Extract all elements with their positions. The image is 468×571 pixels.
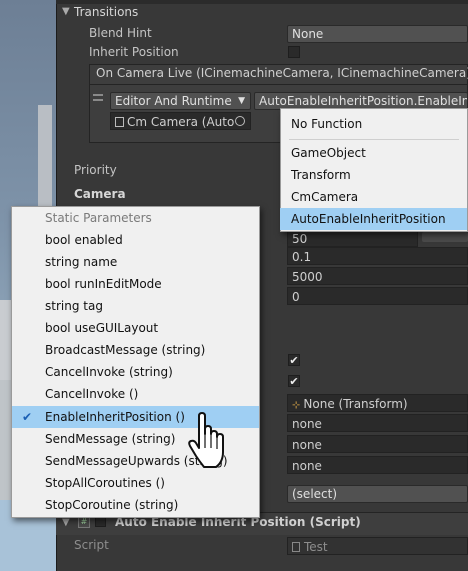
select-value: (select) bbox=[292, 487, 338, 501]
script-file-icon bbox=[292, 542, 300, 552]
script-field: Test bbox=[287, 537, 468, 555]
script-value: Test bbox=[304, 540, 328, 554]
menu-item-use-gui-layout[interactable]: bool useGUILayout bbox=[12, 317, 259, 339]
object-value-b: none bbox=[292, 438, 322, 452]
function-menu: No Function GameObject Transform CmCamer… bbox=[280, 108, 468, 232]
inherit-position-label: Inherit Position bbox=[89, 45, 179, 59]
value-field-3[interactable]: 5000 bbox=[287, 267, 468, 285]
object-field-c[interactable]: none bbox=[287, 456, 468, 474]
menu-item-gameobject[interactable]: GameObject bbox=[281, 142, 467, 164]
checkmark-icon: ✔ bbox=[22, 410, 33, 424]
component-foldout-icon[interactable]: ▼ bbox=[62, 517, 70, 528]
menu-item-transform[interactable]: Transform bbox=[281, 164, 467, 186]
runtime-dropdown[interactable]: Editor And Runtime ▼ bbox=[110, 92, 251, 110]
menu-item-run-in-edit-mode[interactable]: bool runInEditMode bbox=[12, 273, 259, 295]
runtime-value: Editor And Runtime bbox=[115, 94, 232, 108]
blend-hint-value: None bbox=[292, 27, 324, 41]
inspector-top-edge bbox=[56, 0, 468, 4]
value-field-2[interactable]: 0.1 bbox=[287, 247, 468, 265]
value-1: 50 bbox=[292, 232, 308, 246]
menu-item-cmcamera[interactable]: CmCamera bbox=[281, 186, 467, 208]
priority-label: Priority bbox=[74, 163, 117, 177]
menu-item-broadcast-message[interactable]: BroadcastMessage (string) bbox=[12, 339, 259, 361]
menu-item-string-tag[interactable]: string tag bbox=[12, 295, 259, 317]
event-header: On Camera Live (ICinemachineCamera, ICin… bbox=[96, 66, 468, 80]
object-value-c: none bbox=[292, 459, 322, 473]
transform-icon: ⊹ bbox=[292, 400, 301, 411]
menu-item-stop-coroutine[interactable]: StopCoroutine (string) bbox=[12, 494, 259, 516]
transform-value: None (Transform) bbox=[303, 397, 408, 411]
script-label: Script bbox=[74, 538, 109, 552]
toggle-checkbox-2[interactable]: ✔ bbox=[288, 375, 300, 387]
static-params-header: Static Parameters bbox=[45, 211, 152, 225]
menu-item-bool-enabled[interactable]: bool enabled bbox=[12, 229, 259, 251]
slider-track[interactable] bbox=[422, 232, 468, 242]
enable-inherit-position-label: EnableInheritPosition () bbox=[45, 410, 185, 424]
object-value-a: none bbox=[292, 417, 322, 431]
target-object-field[interactable]: Cm Camera (Auto bbox=[110, 112, 251, 130]
function-value: AutoEnableInheritPosition.EnableInhe bbox=[259, 94, 468, 108]
menu-item-no-function[interactable]: No Function bbox=[281, 113, 467, 135]
value-field-4[interactable]: 0 bbox=[287, 287, 468, 305]
value-3: 5000 bbox=[292, 270, 323, 284]
object-picker-icon[interactable] bbox=[235, 116, 245, 126]
value-4: 0 bbox=[292, 290, 300, 304]
menu-item-autoenable[interactable]: AutoEnableInheritPosition bbox=[280, 208, 467, 230]
object-field-b[interactable]: none bbox=[287, 435, 468, 453]
menu-item-cancel-invoke[interactable]: CancelInvoke () bbox=[12, 383, 259, 405]
foldout-arrow-icon[interactable]: ▼ bbox=[62, 6, 72, 18]
camera-section-header[interactable]: Camera bbox=[74, 187, 126, 201]
select-dropdown[interactable]: (select) bbox=[287, 485, 468, 503]
blend-hint-label: Blend Hint bbox=[89, 26, 152, 40]
menu-item-string-name[interactable]: string name bbox=[12, 251, 259, 273]
drag-handle-icon[interactable] bbox=[93, 94, 103, 101]
toggle-checkbox-1[interactable]: ✔ bbox=[288, 354, 300, 366]
transitions-header[interactable]: Transitions bbox=[74, 5, 138, 19]
event-divider bbox=[89, 84, 468, 85]
target-object-value: Cm Camera (Auto bbox=[127, 115, 235, 129]
menu-item-stop-all-coroutines[interactable]: StopAllCoroutines () bbox=[12, 472, 259, 494]
value-2: 0.1 bbox=[292, 250, 312, 264]
chevron-down-icon: ▼ bbox=[238, 96, 245, 106]
hand-cursor-icon bbox=[188, 412, 224, 468]
object-field-a[interactable]: none bbox=[287, 414, 468, 432]
script-file-icon bbox=[115, 117, 124, 127]
inherit-position-checkbox[interactable] bbox=[288, 46, 300, 58]
menu-separator bbox=[289, 139, 459, 140]
blend-hint-dropdown[interactable]: None bbox=[287, 25, 468, 43]
transform-object-field[interactable]: ⊹ None (Transform) bbox=[287, 394, 468, 412]
menu-item-cancel-invoke-string[interactable]: CancelInvoke (string) bbox=[12, 361, 259, 383]
